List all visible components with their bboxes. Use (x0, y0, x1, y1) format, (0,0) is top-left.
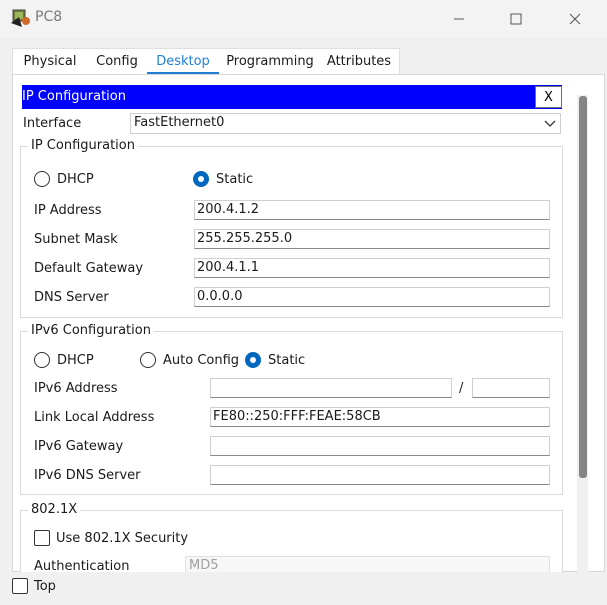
ipv4-static-label: Static (216, 172, 254, 187)
ip-configuration-title: IP Configuration (22, 89, 126, 104)
prefix-separator: / (459, 381, 464, 396)
interface-select[interactable]: FastEthernet0 (130, 113, 561, 134)
ip-configuration-close-button[interactable]: X (535, 86, 562, 108)
link-local-address-label: Link Local Address (34, 410, 155, 425)
use-dot1x-security-label: Use 802.1X Security (56, 531, 189, 546)
ipv4-static-radio[interactable] (193, 171, 209, 187)
ipv6-address-field[interactable] (210, 378, 452, 398)
maximize-button[interactable] (493, 4, 539, 34)
ipv6-gateway-field[interactable] (210, 436, 550, 456)
tab-physical[interactable]: Physical (17, 49, 83, 75)
minimize-icon (454, 18, 464, 20)
ipv6-gateway-label: IPv6 Gateway (34, 439, 124, 454)
default-gateway-field[interactable]: 200.4.1.1 (194, 258, 550, 278)
top-checkbox[interactable] (12, 578, 28, 594)
tab-attributes[interactable]: Attributes (323, 49, 395, 75)
maximize-icon (510, 13, 522, 25)
link-local-address-field[interactable]: FE80::250:FFF:FEAE:58CB (210, 407, 550, 427)
use-dot1x-security-checkbox[interactable] (34, 530, 50, 546)
packet-tracer-pc-icon (10, 9, 32, 29)
interface-select-value: FastEthernet0 (134, 115, 225, 130)
chevron-down-icon (544, 120, 556, 127)
ip-address-label: IP Address (34, 203, 102, 218)
tab-config[interactable]: Config (91, 49, 143, 75)
ipv6-address-label: IPv6 Address (34, 381, 118, 396)
ip-address-field[interactable]: 200.4.1.2 (194, 200, 550, 220)
ipv6-dns-server-label: IPv6 DNS Server (34, 468, 141, 483)
top-label: Top (34, 579, 56, 594)
ipv4-dhcp-radio[interactable] (34, 171, 50, 187)
tab-bar: Physical Config Desktop Programming Attr… (12, 48, 400, 75)
ipv6-dhcp-radio[interactable] (34, 352, 50, 368)
subnet-mask-field[interactable]: 255.255.255.0 (194, 229, 550, 249)
tab-desktop[interactable]: Desktop (147, 49, 219, 75)
close-icon (569, 13, 581, 25)
ipv6-static-radio[interactable] (245, 352, 261, 368)
interface-label: Interface (23, 116, 82, 131)
ipv6-prefix-length-field[interactable] (472, 378, 550, 398)
dns-server-label: DNS Server (34, 290, 109, 305)
dns-server-field[interactable]: 0.0.0.0 (194, 287, 550, 307)
ipv4-dhcp-label: DHCP (57, 172, 94, 187)
dot1x-group-title: 802.1X (28, 502, 81, 517)
scrollbar-thumb[interactable] (579, 96, 587, 478)
ipv6-static-label: Static (268, 353, 306, 368)
ipv6-group-title: IPv6 Configuration (28, 323, 154, 338)
window-title: PC8 (35, 9, 63, 25)
ipv6-dns-server-field[interactable] (210, 465, 550, 485)
bottom-bar (0, 572, 607, 605)
minimize-button[interactable] (436, 4, 482, 34)
default-gateway-label: Default Gateway (34, 261, 144, 276)
tab-programming[interactable]: Programming (225, 49, 315, 75)
authentication-select-value: MD5 (189, 558, 219, 573)
close-window-button[interactable] (552, 4, 598, 34)
ipv6-dhcp-label: DHCP (57, 353, 94, 368)
subnet-mask-label: Subnet Mask (34, 232, 118, 247)
ipv4-group-title: IP Configuration (28, 138, 138, 153)
ipv6-auto-config-radio[interactable] (140, 352, 156, 368)
ipv6-auto-config-label: Auto Config (163, 353, 240, 368)
